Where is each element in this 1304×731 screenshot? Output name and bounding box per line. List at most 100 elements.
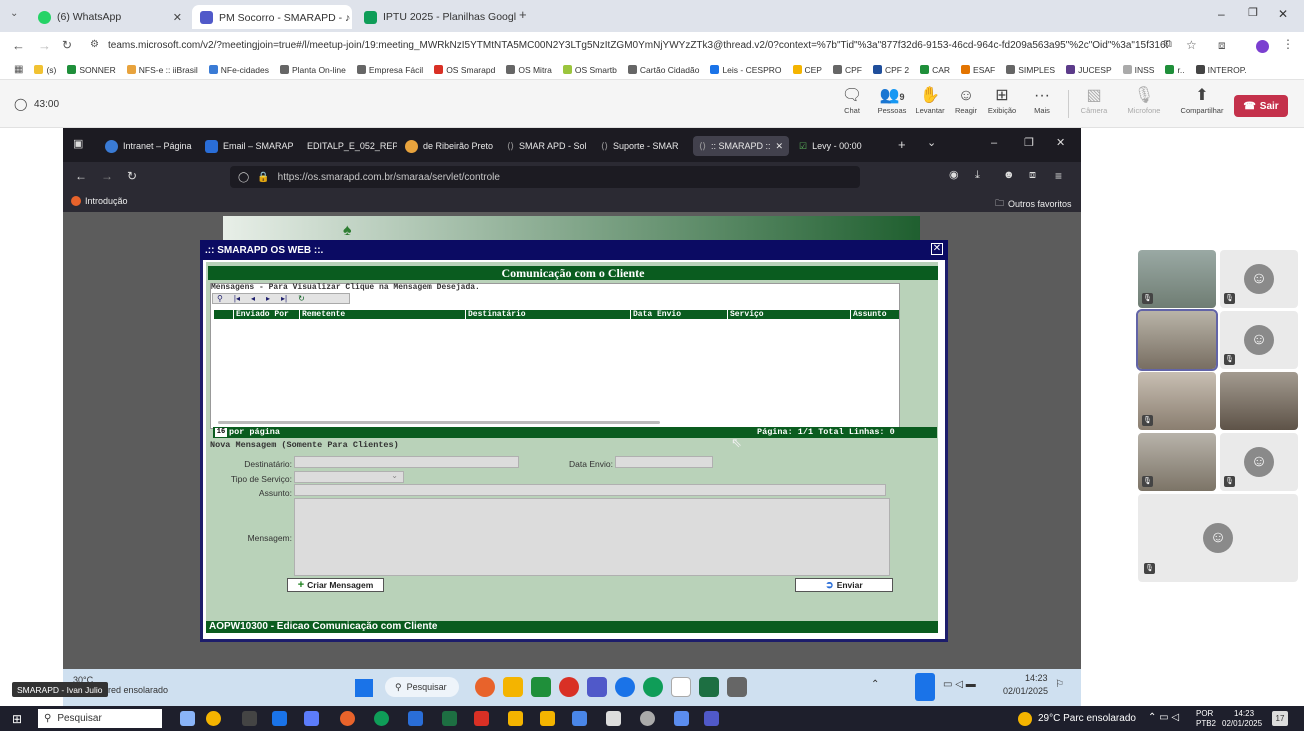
chrome-icon[interactable] [340, 711, 355, 726]
app-icon[interactable] [559, 677, 579, 697]
notes-icon[interactable] [531, 677, 551, 697]
bookmark-item[interactable]: SIMPLES [1006, 65, 1055, 75]
tab-actions-icon[interactable]: ▣ [73, 139, 83, 150]
excel-icon[interactable] [442, 711, 457, 726]
cast-icon[interactable]: ⧉ [1164, 39, 1172, 50]
column-header[interactable] [213, 310, 233, 319]
forward-icon[interactable]: → [38, 39, 51, 52]
mic-icon[interactable] [915, 673, 935, 701]
bookmark-item[interactable]: ESAF [961, 65, 995, 75]
bookmark-star-icon[interactable]: ☆ [1186, 39, 1197, 51]
document-icon[interactable] [671, 677, 691, 697]
mic-button[interactable]: 🎙 Microfone [1122, 86, 1166, 115]
teams-icon[interactable] [587, 677, 607, 697]
bookmark-item[interactable]: Leis - CESPRO [710, 65, 782, 75]
bookmark-item[interactable]: OS Smartb [562, 65, 617, 75]
bookmark-item[interactable]: NFe-cidades [208, 65, 269, 75]
chevron-down-icon[interactable]: ⌄ [927, 138, 936, 149]
bookmark-item[interactable]: Cartão Cidadão [627, 65, 699, 75]
bookmark-item[interactable]: Empresa Fácil [356, 65, 423, 75]
app-icon[interactable] [572, 711, 587, 726]
restore-icon[interactable]: ❐ [1248, 8, 1258, 19]
participant-avatar[interactable]: ☺ 🎙 [1220, 433, 1298, 491]
bookmark-item[interactable]: OS Mitra [506, 65, 552, 75]
per-page-input[interactable]: 16 [215, 428, 227, 437]
window-close-icon[interactable]: ✕ [1056, 138, 1065, 149]
back-icon[interactable]: ← [12, 39, 25, 52]
people-button[interactable]: 👥9 Pessoas [874, 86, 910, 115]
network-sound-battery-icon[interactable]: ▭ ◁ ▬ [943, 679, 976, 690]
mensagem-textarea[interactable] [294, 498, 890, 576]
participant-video[interactable]: 🎙 [1138, 433, 1216, 491]
inner-search-box[interactable]: ⚲ Pesquisar [385, 677, 459, 697]
first-page-icon[interactable]: |◂ [234, 294, 240, 303]
bookmark-item[interactable]: CEP [792, 65, 822, 75]
data-envio-field[interactable] [615, 456, 713, 468]
participant-avatar[interactable]: ☺ 🎙 [1220, 250, 1298, 308]
raise-hand-button[interactable]: ✋ Levantar [912, 86, 948, 115]
tray-chevron-icon[interactable]: ⌃ [871, 679, 879, 690]
download-icon[interactable]: ⤓ [975, 170, 980, 181]
participant-avatar[interactable]: ☺ 🎙 [1220, 311, 1298, 369]
keyboard-layout[interactable]: PTB2 [1196, 719, 1216, 728]
extensions-icon[interactable]: ⧈ [1218, 39, 1226, 51]
menu-kebab-icon[interactable]: ⋮ [1282, 38, 1294, 50]
reload-icon[interactable]: ↻ [62, 39, 72, 51]
outlook-icon[interactable] [508, 711, 523, 726]
refresh-icon[interactable]: ↻ [298, 294, 305, 303]
bookmark-item[interactable]: SONNER [67, 65, 116, 75]
participant-avatar-large[interactable]: ☺ 🎙 [1138, 494, 1298, 582]
app-icon[interactable] [272, 711, 287, 726]
notification-icon[interactable]: ⚐ [1055, 679, 1064, 690]
close-icon[interactable]: ✕ [776, 141, 784, 152]
horizontal-scrollbar[interactable] [218, 421, 660, 424]
window-close-icon[interactable]: ✕ [1278, 8, 1288, 20]
column-header[interactable]: Destinatário [465, 310, 630, 319]
url-input[interactable]: teams.microsoft.com/v2/?meetingjoin=true… [108, 40, 1168, 51]
taskbar-search-box[interactable]: ⚲ Pesquisar [38, 709, 162, 728]
bookmark-introducao[interactable]: Introdução [71, 196, 128, 206]
bookmark-item[interactable]: CPF 2 [872, 65, 909, 75]
word-icon[interactable] [408, 711, 423, 726]
extensions-icon[interactable]: ⧈ [1029, 170, 1036, 181]
bookmark-item[interactable]: CAR [920, 65, 950, 75]
column-header[interactable]: Serviço [727, 310, 850, 319]
leave-button[interactable]: ☎ Sair [1234, 95, 1288, 117]
app-icon[interactable] [304, 711, 319, 726]
inner-tab[interactable]: de Ribeirão Preto [399, 136, 499, 156]
tab-whatsapp[interactable]: (6) WhatsApp ✕ [30, 5, 190, 29]
participant-video[interactable] [1220, 372, 1298, 430]
tab-teams[interactable]: PM Socorro - SMARAPD - ♪ 🔊 ✕ [192, 5, 352, 29]
bookmark-item[interactable]: INTEROP. [1195, 65, 1247, 75]
pocket-icon[interactable]: ◉ [949, 170, 959, 181]
minimize-icon[interactable]: – [1218, 8, 1225, 20]
inner-tab[interactable]: Email – SMARAP [199, 136, 299, 156]
account-icon[interactable]: ☻ [1003, 170, 1015, 181]
hamburger-icon[interactable]: ≡ [1055, 170, 1062, 182]
document-icon[interactable] [606, 711, 621, 726]
column-header[interactable]: Data Envio [630, 310, 727, 319]
bookmark-item[interactable]: CPF [832, 65, 862, 75]
close-icon[interactable]: ✕ [173, 11, 182, 24]
teams-icon[interactable] [704, 711, 719, 726]
camera-button[interactable]: ▧ Câmera [1076, 86, 1112, 115]
bookmark-item[interactable]: INSS [1122, 65, 1154, 75]
bookmark-item[interactable]: OS Smarapd [434, 65, 495, 75]
calculator-icon[interactable] [727, 677, 747, 697]
inner-url-input[interactable]: ◯ 🔒 https://os.smarapd.com.br/smaraa/ser… [230, 166, 860, 188]
new-tab-icon[interactable]: + [519, 8, 527, 21]
restore-icon[interactable]: ❐ [1024, 138, 1034, 149]
keyboard-lang[interactable]: POR [1196, 709, 1213, 718]
tray-icons[interactable]: ⌃ ▭ ◁ [1148, 712, 1179, 723]
app-icon[interactable] [206, 711, 221, 726]
assunto-field[interactable] [294, 484, 886, 496]
column-header[interactable]: Remetente [299, 310, 465, 319]
bookmark-item[interactable]: JUCESP [1066, 65, 1112, 75]
view-button[interactable]: ⊞ Exibição [984, 86, 1020, 115]
pdf-icon[interactable] [474, 711, 489, 726]
dialog-close-icon[interactable]: ✕ [931, 243, 943, 255]
other-favorites[interactable]: 🗀 Outros favoritos [995, 196, 1072, 212]
participant-video[interactable]: 🎙 [1138, 250, 1216, 308]
bookmark-item[interactable]: NFS-e :: iiBrasil [126, 65, 198, 75]
notification-badge[interactable]: 17 [1272, 711, 1288, 726]
